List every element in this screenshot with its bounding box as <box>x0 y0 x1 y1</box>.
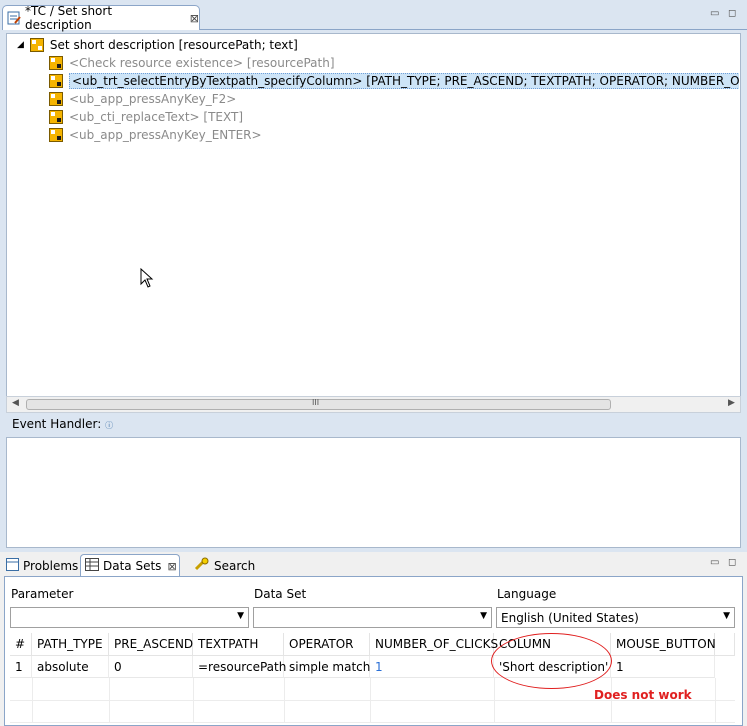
table-icon <box>85 558 99 574</box>
grid-line <box>109 678 110 723</box>
column-header[interactable]: PRE_ASCEND <box>109 633 193 656</box>
language-label: Language <box>497 587 557 601</box>
tree-root-row[interactable]: ◢ Set short description [resourcePath; t… <box>17 36 298 53</box>
grid-line <box>370 678 371 723</box>
language-value: English (United States) <box>501 610 639 625</box>
table-cell[interactable]: 1 <box>10 656 32 678</box>
dataset-label: Data Set <box>254 587 307 601</box>
column-header[interactable]: TEXTPATH <box>193 633 284 656</box>
tab-data-sets[interactable]: Data Sets ⊠ <box>80 554 180 577</box>
tab-problems[interactable]: Problems <box>4 554 78 577</box>
tree-item[interactable]: <ub_app_pressAnyKey_F2> <box>49 90 236 107</box>
parameter-label: Parameter <box>11 587 74 601</box>
column-header[interactable]: MOUSE_BUTTON <box>611 633 716 656</box>
chevron-down-icon[interactable]: ▼ <box>237 611 244 621</box>
parameter-combo[interactable]: ▼ <box>10 607 249 628</box>
grid-line <box>494 678 495 723</box>
table-cell[interactable]: 0 <box>109 656 193 678</box>
tree-item-label: <Check resource existence> [resourcePath… <box>69 55 335 70</box>
table-cell[interactable]: simple match <box>284 656 370 678</box>
test-case-icon <box>7 11 21 25</box>
event-handler-text: Event Handler: <box>12 417 102 431</box>
tab-label: Data Sets <box>103 559 162 573</box>
test-case-ref-icon <box>49 73 63 88</box>
scrollbar-thumb[interactable]: III <box>26 398 611 410</box>
tree-item[interactable]: <Check resource existence> [resourcePath… <box>49 54 335 71</box>
tree-item[interactable]: <ub_app_pressAnyKey_ENTER> <box>49 126 262 143</box>
column-header[interactable]: # <box>10 633 32 656</box>
close-icon[interactable]: ⊠ <box>190 12 199 25</box>
annotation-text: Does not work <box>594 688 692 702</box>
maximize-icon[interactable]: ◻ <box>728 8 736 19</box>
mouse-cursor-icon <box>140 267 154 291</box>
collapse-arrow-icon[interactable]: ◢ <box>17 40 24 50</box>
tab-search[interactable]: Search <box>194 554 255 577</box>
test-case-node-icon <box>29 37 44 52</box>
test-case-tree[interactable]: ◢ Set short description [resourcePath; t… <box>6 33 741 397</box>
table-cell[interactable]: absolute <box>32 656 109 678</box>
tab-row-divider <box>200 29 747 30</box>
event-handler-label: Event Handler: ⓘ <box>12 417 113 431</box>
table-cell[interactable]: 1 <box>611 656 715 678</box>
maximize-icon[interactable]: ◻ <box>728 557 736 568</box>
editor-tab[interactable]: *TC / Set short description ⊠ <box>2 4 200 32</box>
data-set-table[interactable]: # PATH_TYPE PRE_ASCEND TEXTPATH OPERATOR… <box>10 633 735 723</box>
tree-item[interactable]: <ub_cti_replaceText> [TEXT] <box>49 108 243 125</box>
info-icon[interactable]: ⓘ <box>105 421 113 430</box>
tree-item-label: <ub_app_pressAnyKey_F2> <box>69 91 237 106</box>
scrollbar-grip: III <box>312 398 320 407</box>
chevron-down-icon[interactable]: ▼ <box>723 611 730 621</box>
grid-line <box>284 678 285 723</box>
grid-line <box>10 722 735 723</box>
tree-item-label: <ub_trt_selectEntryByTextpath_specifyCol… <box>69 72 739 89</box>
problems-icon <box>6 557 19 574</box>
editor-part: *TC / Set short description ⊠ ▭ ◻ ◢ Set … <box>0 0 747 552</box>
grid-line <box>715 678 716 723</box>
language-combo[interactable]: English (United States) ▼ <box>496 607 735 628</box>
tree-root-label: Set short description [resourcePath; tex… <box>49 37 298 52</box>
tree-item-label: <ub_cti_replaceText> [TEXT] <box>69 109 244 124</box>
editor-tab-title: *TC / Set short description <box>25 4 113 32</box>
column-header[interactable]: OPERATOR <box>284 633 370 656</box>
column-header[interactable]: NUMBER_OF_CLICKS <box>370 633 498 656</box>
minimize-icon[interactable]: ▭ <box>710 557 719 568</box>
event-handler-area[interactable] <box>6 437 741 548</box>
table-cell[interactable]: =resourcePath <box>193 656 286 678</box>
tab-label: Search <box>214 558 256 573</box>
annotation-ellipse <box>491 633 612 689</box>
horizontal-scrollbar[interactable]: ◀ III ▶ <box>6 396 741 413</box>
table-cell[interactable]: 1 <box>370 656 494 678</box>
scroll-left-icon[interactable]: ◀ <box>12 398 19 408</box>
dataset-combo[interactable]: ▼ <box>253 607 492 628</box>
flashlight-icon <box>194 557 210 574</box>
tree-item-selected[interactable]: <ub_trt_selectEntryByTextpath_specifyCol… <box>49 72 739 89</box>
test-case-ref-icon <box>49 91 63 106</box>
test-case-ref-icon <box>49 109 63 124</box>
test-case-ref-icon <box>49 55 63 70</box>
minimize-icon[interactable]: ▭ <box>710 8 719 19</box>
tab-label: Problems <box>23 558 79 573</box>
grid-line <box>193 678 194 723</box>
column-header[interactable]: PATH_TYPE <box>32 633 109 656</box>
column-header-filler <box>715 633 735 656</box>
chevron-down-icon[interactable]: ▼ <box>480 611 487 621</box>
tree-item-label: <ub_app_pressAnyKey_ENTER> <box>69 127 262 142</box>
grid-line <box>32 678 33 723</box>
scroll-right-icon[interactable]: ▶ <box>728 398 735 408</box>
test-case-ref-icon <box>49 127 63 142</box>
close-icon[interactable]: ⊠ <box>167 560 176 573</box>
